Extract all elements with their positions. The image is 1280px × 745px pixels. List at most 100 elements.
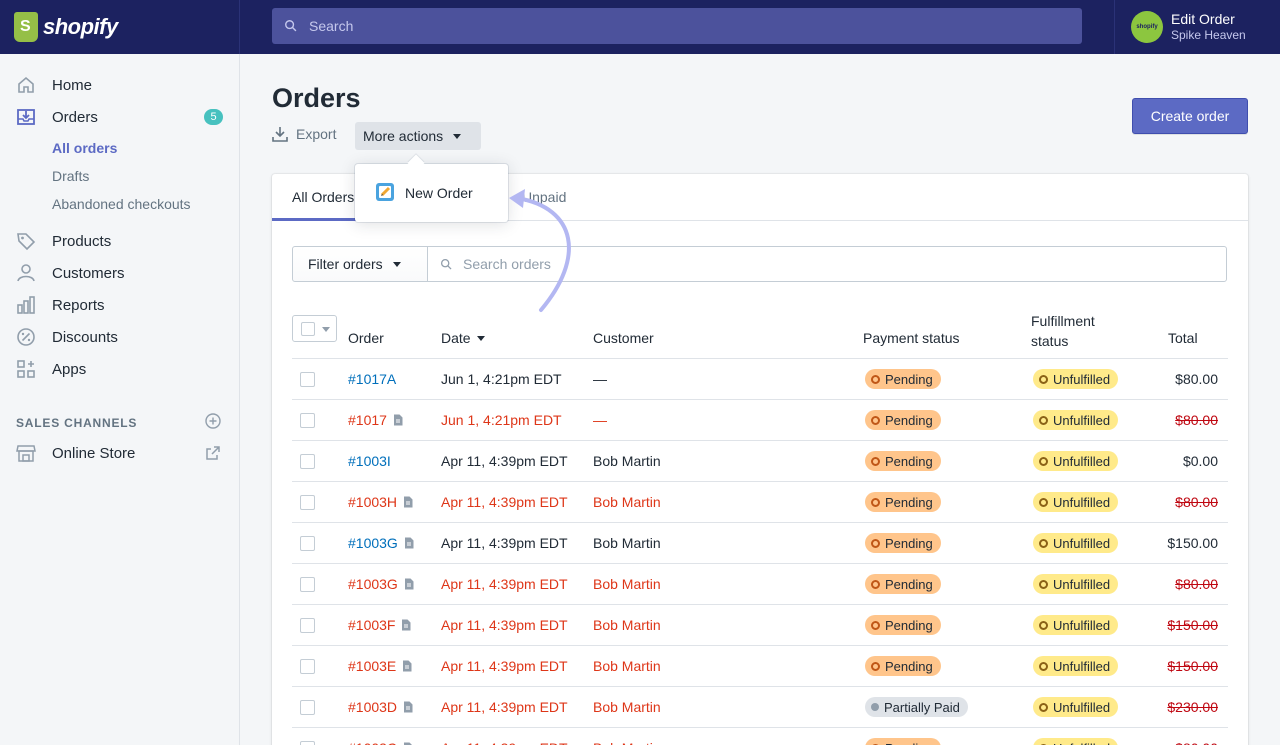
- tab-all-orders[interactable]: All Orders: [292, 189, 354, 205]
- sidebar-item-customers[interactable]: Customers: [0, 258, 240, 288]
- sidebar-item-online-store[interactable]: Online Store: [0, 438, 240, 468]
- column-header-order[interactable]: Order: [348, 330, 384, 346]
- customer-name: Bob Martin: [593, 453, 661, 469]
- order-date: Apr 11, 4:39pm EDT: [441, 699, 568, 715]
- top-bar: shopify Search shopify Edit Order Spike …: [0, 0, 1280, 54]
- more-actions-label: More actions: [363, 128, 444, 144]
- sidebar-item-home[interactable]: Home: [0, 70, 240, 100]
- order-number-link[interactable]: #1003G: [348, 535, 414, 551]
- document-icon: [404, 701, 413, 713]
- payment-status-badge: Pending: [865, 656, 941, 676]
- row-checkbox[interactable]: [300, 577, 315, 592]
- table-row[interactable]: #1003E Apr 11, 4:39pm EDT Bob Martin Pendin…: [292, 646, 1228, 687]
- document-icon: [393, 414, 403, 426]
- orders-icon: [17, 109, 35, 125]
- sidebar-item-apps[interactable]: Apps: [0, 354, 240, 384]
- sidebar-subitem-all-orders[interactable]: All orders: [52, 140, 117, 156]
- table-row[interactable]: #1003D Apr 11, 4:39pm EDT Bob Martin Partia…: [292, 687, 1228, 728]
- table-row[interactable]: #1003C Apr 11, 4:39pm EDT Bob Martin Pendin…: [292, 728, 1228, 745]
- customer-name: Bob Martin: [593, 576, 661, 592]
- order-number-link[interactable]: #1017A: [348, 371, 396, 387]
- account-name: Edit Order: [1171, 11, 1235, 27]
- orders-card: All Orders Unpaid Filter orders Search o…: [272, 174, 1248, 745]
- sidebar-item-label: Reports: [52, 296, 105, 314]
- row-checkbox[interactable]: [300, 454, 315, 469]
- sidebar-item-discounts[interactable]: Discounts: [0, 322, 240, 352]
- order-number-link[interactable]: #1003D: [348, 699, 413, 715]
- create-order-button[interactable]: Create order: [1132, 98, 1248, 134]
- order-date: Apr 11, 4:39pm EDT: [441, 453, 568, 469]
- bulk-select-checkbox[interactable]: [292, 315, 337, 342]
- document-icon: [404, 578, 414, 590]
- orders-count-badge: 5: [204, 109, 223, 125]
- sidebar: Home Orders 5 All orders Drafts Abandone…: [0, 54, 240, 745]
- column-header-date[interactable]: Date: [441, 330, 485, 346]
- order-total: $80.00: [1175, 576, 1218, 592]
- table-row[interactable]: #1003G Apr 11, 4:39pm EDT Bob Martin Pendin…: [292, 564, 1228, 605]
- column-header-total[interactable]: Total: [1168, 330, 1198, 346]
- document-icon: [403, 660, 412, 672]
- page-title: Orders: [272, 83, 361, 113]
- row-checkbox[interactable]: [300, 413, 315, 428]
- shopping-bag-icon: [14, 12, 38, 42]
- order-total: $80.00: [1175, 371, 1218, 387]
- sidebar-subitem-drafts[interactable]: Drafts: [52, 168, 89, 184]
- external-link-icon[interactable]: [205, 445, 221, 461]
- filter-orders-button[interactable]: Filter orders: [292, 246, 428, 282]
- sidebar-item-products[interactable]: Products: [0, 226, 240, 256]
- discount-icon: [17, 328, 35, 346]
- table-row[interactable]: #1003H Apr 11, 4:39pm EDT Bob Martin Pendin…: [292, 482, 1228, 523]
- global-search-input[interactable]: Search: [272, 8, 1082, 44]
- row-checkbox[interactable]: [300, 536, 315, 551]
- sidebar-subitem-abandoned-checkouts[interactable]: Abandoned checkouts: [52, 196, 191, 212]
- order-number-link[interactable]: #1003I: [348, 453, 391, 469]
- column-header-customer[interactable]: Customer: [593, 330, 654, 346]
- new-order-menu-item[interactable]: New Order: [405, 185, 473, 201]
- avatar: shopify: [1131, 11, 1163, 43]
- document-icon: [402, 619, 411, 631]
- sidebar-item-reports[interactable]: Reports: [0, 290, 240, 320]
- table-row[interactable]: #1017A Jun 1, 4:21pm EDT — Pending Unfulfill…: [292, 359, 1228, 400]
- customer-name: —: [593, 412, 607, 428]
- order-number-link[interactable]: #1017: [348, 412, 403, 428]
- order-number-link[interactable]: #1003H: [348, 494, 413, 510]
- shopify-logo[interactable]: shopify: [0, 0, 240, 54]
- row-checkbox[interactable]: [300, 372, 315, 387]
- export-button[interactable]: Export: [272, 126, 336, 142]
- more-actions-popover: New Order: [355, 164, 508, 222]
- sidebar-item-orders[interactable]: Orders 5: [0, 102, 240, 132]
- row-checkbox[interactable]: [300, 495, 315, 510]
- apps-icon: [17, 360, 35, 378]
- order-number-link[interactable]: #1003G: [348, 576, 414, 592]
- row-checkbox[interactable]: [300, 659, 315, 674]
- payment-status-badge: Pending: [865, 533, 941, 553]
- customer-name: Bob Martin: [593, 535, 661, 551]
- order-number-link[interactable]: #1003F: [348, 617, 411, 633]
- order-number-link[interactable]: #1003E: [348, 658, 412, 674]
- row-checkbox[interactable]: [300, 741, 315, 745]
- table-row[interactable]: #1003F Apr 11, 4:39pm EDT Bob Martin Pendin…: [292, 605, 1228, 646]
- order-date: Apr 11, 4:39pm EDT: [441, 740, 568, 745]
- store-icon: [16, 445, 36, 462]
- column-header-payment-status[interactable]: Payment status: [863, 330, 960, 346]
- status-dot-icon: [1039, 374, 1048, 384]
- column-header-fulfillment-status[interactable]: Fulfillment status: [1031, 311, 1095, 351]
- status-dot-icon: [1039, 620, 1048, 630]
- account-menu[interactable]: shopify Edit Order Spike Heaven: [1114, 0, 1280, 54]
- new-order-app-icon: [376, 183, 394, 201]
- table-row[interactable]: #1003G Apr 11, 4:39pm EDT Bob Martin Pendin…: [292, 523, 1228, 564]
- row-checkbox[interactable]: [300, 700, 315, 715]
- search-placeholder: Search: [309, 18, 354, 34]
- add-channel-icon[interactable]: [205, 413, 221, 429]
- row-checkbox[interactable]: [300, 618, 315, 633]
- more-actions-button[interactable]: More actions: [355, 122, 481, 150]
- person-icon: [17, 264, 35, 282]
- payment-status-badge: Pending: [865, 492, 941, 512]
- table-row[interactable]: #1003I Apr 11, 4:39pm EDT Bob Martin Pendin…: [292, 441, 1228, 482]
- table-row[interactable]: #1017 Jun 1, 4:21pm EDT — Pending Unfulfille…: [292, 400, 1228, 441]
- customer-name: Bob Martin: [593, 617, 661, 633]
- customer-name: Bob Martin: [593, 740, 661, 745]
- order-total: $150.00: [1167, 617, 1218, 633]
- order-number-link[interactable]: #1003C: [348, 740, 413, 745]
- fulfillment-status-badge: Unfulfilled: [1033, 615, 1119, 635]
